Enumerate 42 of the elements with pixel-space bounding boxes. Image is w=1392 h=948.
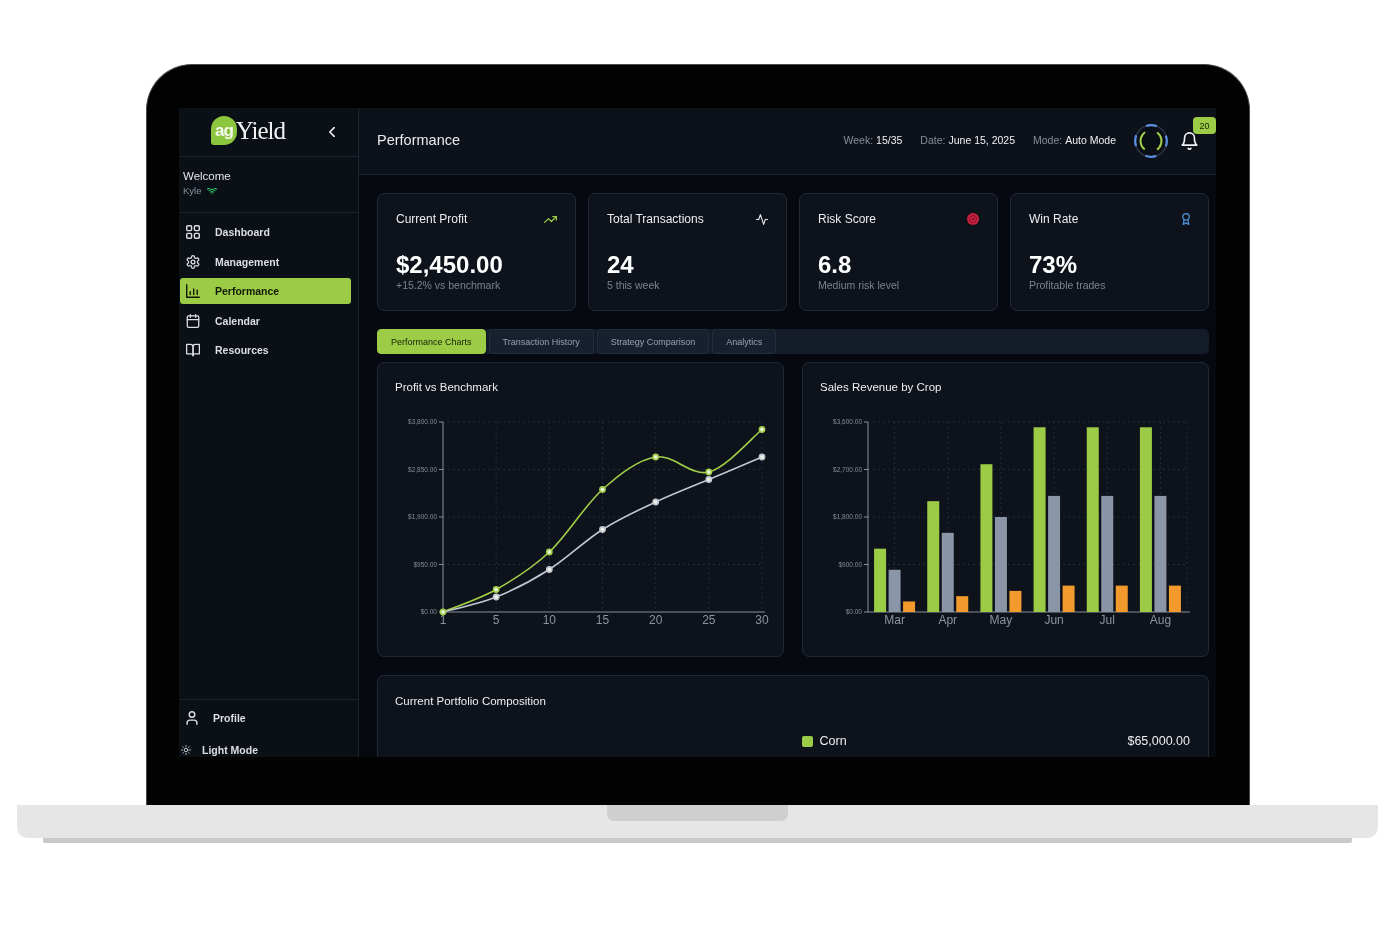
x-tick-label: 20	[649, 613, 663, 627]
x-tick-label: 5	[492, 613, 500, 627]
x-tick-label: 1	[439, 613, 447, 627]
stat-value: 15/35	[876, 134, 903, 146]
card-note: 5 this week	[607, 279, 661, 292]
card-value: 6.8	[818, 251, 853, 279]
x-tick-label: Jun	[1044, 613, 1064, 627]
card-value: 24	[607, 251, 635, 279]
legend-value: $65,000.00	[1127, 733, 1190, 749]
card-note: Profitable trades	[1029, 279, 1107, 292]
x-tick-label: 10	[542, 613, 556, 627]
stat-value: Auto Mode	[1065, 134, 1116, 146]
notification-badge: 20	[1193, 117, 1216, 134]
card-title: Risk Score	[818, 212, 876, 226]
stat-label: Date:	[920, 134, 946, 146]
card-note: +15.2% vs benchmark	[396, 279, 502, 292]
x-tick-label: Aug	[1149, 613, 1172, 627]
card-title: Win Rate	[1029, 212, 1079, 226]
x-tick-label: Jul	[1099, 613, 1115, 627]
chart-title: Profit vs Benchmark	[395, 380, 499, 394]
card-title: Total Transactions	[607, 212, 704, 226]
card-value: $2,450.00	[396, 251, 504, 279]
logo-text: Yield	[235, 116, 285, 145]
card-note: Medium risk level	[818, 279, 901, 292]
x-tick-label: Mar	[884, 613, 905, 627]
card-title: Current Profit	[396, 212, 468, 226]
card-title: Current Portfolio Composition	[395, 694, 547, 708]
legend-label: Corn	[819, 733, 847, 749]
x-tick-label: Apr	[938, 613, 958, 627]
stat-label: Mode:	[1033, 134, 1063, 146]
card-value: 73%	[1029, 251, 1079, 279]
page-title: Performance	[377, 131, 460, 148]
user-name: Kyle	[183, 185, 202, 197]
chart-title: Sales Revenue by Crop	[820, 380, 943, 394]
welcome-text: Welcome	[183, 169, 232, 183]
x-tick-label: 30	[755, 613, 769, 627]
x-tick-label: May	[989, 613, 1013, 627]
x-tick-label: 25	[702, 613, 716, 627]
logo-mark: ag	[211, 116, 237, 145]
stat-value: June 15, 2025	[948, 134, 1015, 146]
x-tick-label: 15	[595, 613, 610, 627]
stat-label: Week:	[843, 134, 874, 146]
